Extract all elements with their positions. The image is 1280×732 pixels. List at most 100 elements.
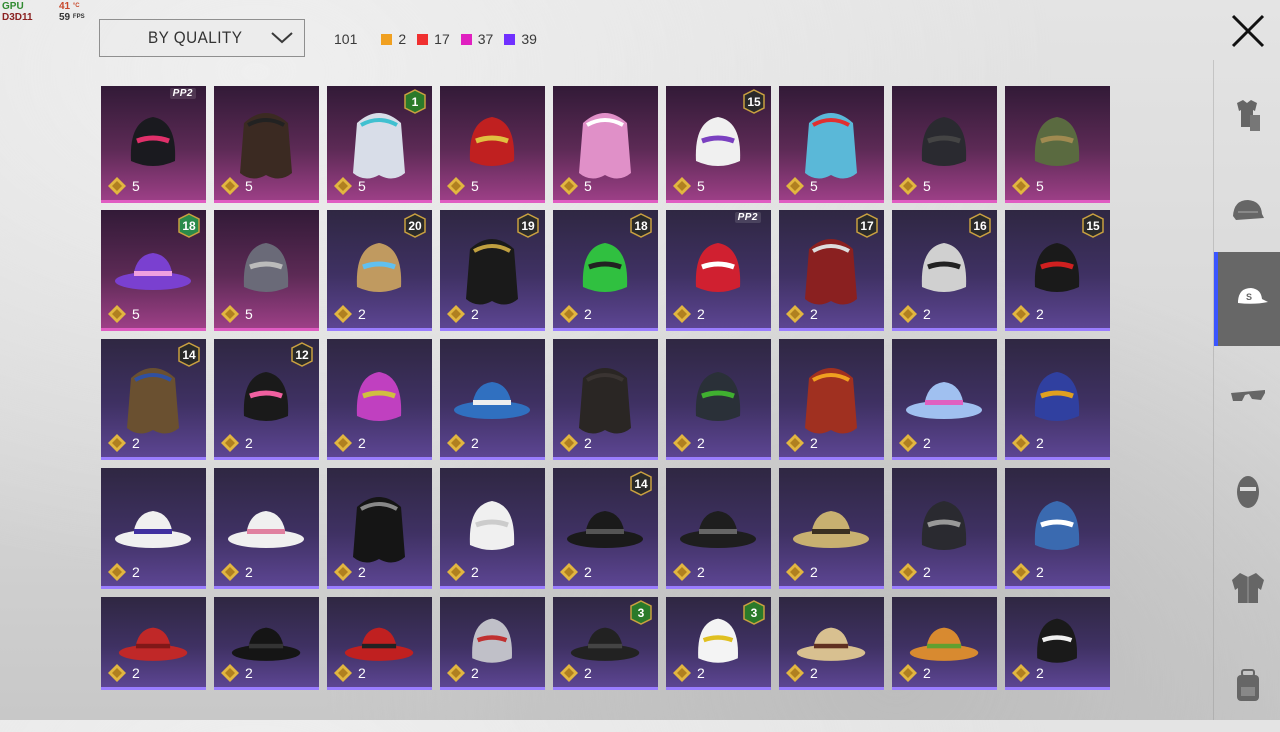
item-card[interactable]: 2 [1005,597,1110,690]
price-value: 2 [358,306,366,322]
item-price: 2 [672,304,705,324]
tab-outfit[interactable] [1214,70,1280,164]
item-card[interactable]: 32 [553,597,658,690]
item-card[interactable]: 14 2 [553,468,658,589]
item-card[interactable]: 2 [666,468,771,589]
item-price: 2 [220,433,253,453]
item-card[interactable]: 2 [892,339,997,460]
item-card[interactable]: 5 [779,86,884,203]
item-card[interactable]: 2 [779,339,884,460]
item-card[interactable]: 5 [553,86,658,203]
item-card[interactable]: 2 [327,339,432,460]
season-badge: 3 [630,600,652,625]
item-card[interactable]: 15 [327,86,432,203]
quality-swatch [417,33,429,45]
item-price: 2 [1011,663,1044,683]
item-price: 2 [559,562,592,582]
currency-icon [786,664,804,682]
item-card[interactable]: 2 [779,468,884,589]
sort-dropdown[interactable]: BY QUALITY [99,19,305,57]
item-card[interactable]: 5 [214,86,319,203]
season-badge: 1 [404,89,426,114]
season-badge-number: 17 [860,218,874,233]
item-card[interactable]: 17 2 [779,210,884,331]
item-price: 2 [672,433,705,453]
category-sidebar: S [1213,60,1280,720]
item-card[interactable]: 2 [1005,339,1110,460]
item-price: 2 [446,562,479,582]
tab-jacket[interactable] [1214,541,1280,635]
price-value: 5 [923,178,931,194]
item-card[interactable]: 32 [666,597,771,690]
outfit-icon [1236,100,1260,131]
item-price: 2 [898,663,931,683]
item-price: 5 [1011,176,1044,196]
item-card[interactable]: 16 2 [892,210,997,331]
item-card[interactable]: 2 [892,468,997,589]
count-value: 37 [477,31,494,47]
tab-backpack[interactable] [1214,638,1280,732]
tab-helmet[interactable] [1214,167,1280,261]
currency-icon [221,563,239,581]
item-card[interactable]: 2 [327,468,432,589]
item-card[interactable]: 2 [666,339,771,460]
season-badge-number: 1 [411,94,419,109]
item-card[interactable]: 15 2 [1005,210,1110,331]
season-badge-number: 14 [634,476,648,491]
count-value: 17 [434,31,450,47]
item-card[interactable]: PP2 2 [666,210,771,331]
currency-icon [334,305,352,323]
price-value: 2 [245,665,253,681]
season-badge: 18 [178,213,200,238]
cap-icon: S [1237,288,1268,304]
item-card[interactable]: 5 [892,86,997,203]
total-count: 101 [334,31,358,47]
item-card[interactable]: 14 2 [101,339,206,460]
item-card[interactable]: 5 [1005,86,1110,203]
close-button[interactable] [1229,12,1267,50]
item-card[interactable]: 18 5 [101,210,206,331]
item-card[interactable]: 2 [553,339,658,460]
currency-icon [1012,664,1030,682]
currency-icon [221,664,239,682]
item-price: 2 [785,663,818,683]
item-price: 2 [785,562,818,582]
price-value: 2 [697,564,705,580]
tab-glasses[interactable] [1214,350,1280,444]
api-label: D3D11 [2,12,33,23]
season-badge-number: 20 [408,218,422,233]
item-card[interactable]: 2 [214,597,319,690]
helmet-icon [1232,200,1264,220]
currency-icon [899,177,917,195]
price-value: 2 [584,564,592,580]
item-price: 2 [559,663,592,683]
item-card[interactable]: 19 2 [440,210,545,331]
item-card[interactable]: 2 [779,597,884,690]
item-card[interactable]: 18 2 [553,210,658,331]
item-card[interactable]: 5 [440,86,545,203]
item-card[interactable]: PP2 5 [101,86,206,203]
currency-icon [447,664,465,682]
price-value: 2 [923,665,931,681]
item-card[interactable]: 2 [327,597,432,690]
item-card[interactable]: 20 2 [327,210,432,331]
tab-mask[interactable] [1214,445,1280,539]
item-price: 2 [559,304,592,324]
item-card[interactable]: 15 5 [666,86,771,203]
fps-value: 59 [59,12,71,23]
item-card[interactable]: 2 [440,339,545,460]
item-card[interactable]: 12 2 [214,339,319,460]
item-card[interactable]: 2 [101,468,206,589]
currency-icon [899,305,917,323]
item-card[interactable]: 2 [440,597,545,690]
item-card[interactable]: 2 [892,597,997,690]
item-card[interactable]: 2 [214,468,319,589]
tab-cap[interactable]: S [1214,252,1280,346]
item-card[interactable]: 2 [440,468,545,589]
item-card[interactable]: 2 [101,597,206,690]
item-card[interactable]: 5 [214,210,319,331]
season-badge: 14 [630,471,652,496]
item-card[interactable]: 2 [1005,468,1110,589]
season-badge: 20 [404,213,426,238]
currency-icon [1012,177,1030,195]
